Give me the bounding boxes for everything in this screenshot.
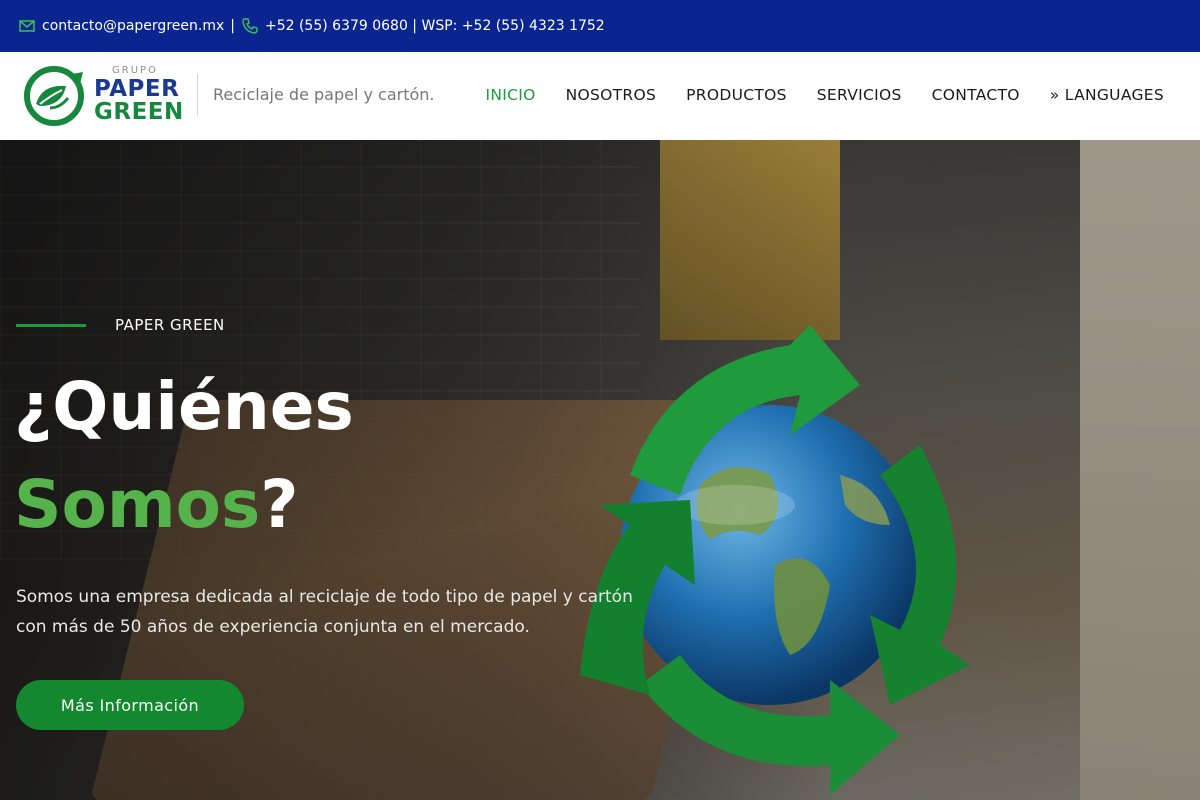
logo-leaf-icon <box>24 66 84 126</box>
hero-eyebrow: PAPER GREEN <box>115 316 225 334</box>
separator: | <box>230 18 235 34</box>
recycle-globe-graphic <box>580 325 970 795</box>
logo-green: GREEN <box>94 99 184 125</box>
hero-title-line2: Somos? <box>14 466 299 543</box>
top-contact-bar: contacto@papergreen.mx | +52 (55) 6379 0… <box>0 0 1200 52</box>
hero-title-line1: ¿Quiénes <box>14 368 354 445</box>
eyebrow-line <box>16 324 86 327</box>
hero-section: PAPER GREEN ¿Quiénes Somos? Somos una em… <box>0 140 1200 800</box>
nav-item-inicio[interactable]: INICIO <box>485 86 535 104</box>
email-text[interactable]: contacto@papergreen.mx <box>42 18 224 34</box>
nav-item-contacto[interactable]: CONTACTO <box>932 86 1020 104</box>
site-header: GRUPO PAPER GREEN Reciclaje de papel y c… <box>0 52 1200 140</box>
mail-icon <box>18 17 36 35</box>
nav-item-nosotros[interactable]: NOSOTROS <box>566 86 657 104</box>
phone-text[interactable]: +52 (55) 6379 0680 | WSP: +52 (55) 4323 … <box>265 18 605 34</box>
logo[interactable]: GRUPO PAPER GREEN <box>20 62 183 130</box>
tagline: Reciclaje de papel y cartón. <box>213 85 435 104</box>
header-divider <box>197 74 198 116</box>
hero-description: Somos una empresa dedicada al reciclaje … <box>16 587 633 637</box>
hero-title-green: Somos <box>14 466 261 543</box>
email-item[interactable]: contacto@papergreen.mx <box>18 17 224 35</box>
phone-item[interactable]: +52 (55) 6379 0680 | WSP: +52 (55) 4323 … <box>241 17 605 35</box>
hero-title-end: ? <box>260 466 299 543</box>
nav-item-servicios[interactable]: SERVICIOS <box>817 86 902 104</box>
nav-item-languages[interactable]: » LANGUAGES <box>1050 86 1164 104</box>
phone-icon <box>241 17 259 35</box>
logo-grupo: GRUPO <box>112 65 158 76</box>
main-nav: INICIO NOSOTROS PRODUCTOS SERVICIOS CONT… <box>485 86 1164 104</box>
more-info-button[interactable]: Más Información <box>16 680 244 730</box>
nav-item-productos[interactable]: PRODUCTOS <box>686 86 787 104</box>
